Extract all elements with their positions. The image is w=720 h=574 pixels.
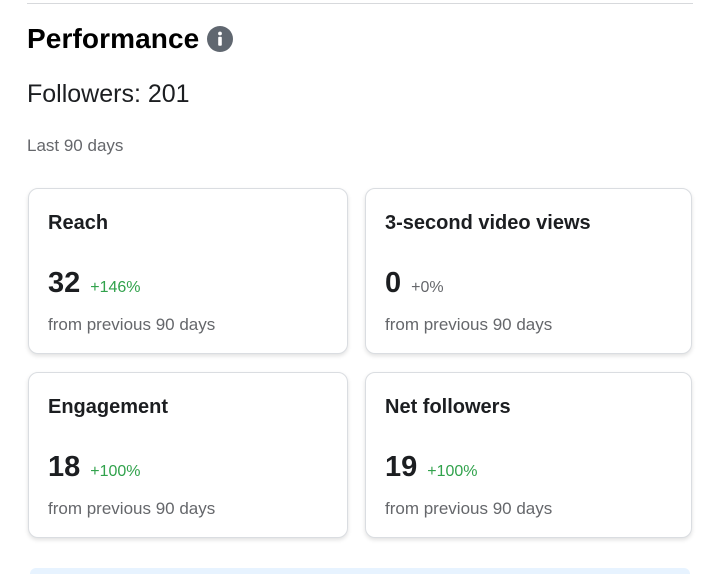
card-value-row: 18 +100% bbox=[48, 451, 141, 484]
card-comparison: from previous 90 days bbox=[385, 499, 553, 518]
card-value-row: 19 +100% bbox=[385, 451, 478, 484]
card-comparison: from previous 90 days bbox=[48, 499, 216, 518]
metric-card-engagement[interactable]: Engagement 18 +100% from previous 90 day… bbox=[28, 372, 348, 538]
performance-page: Performance Followers: 201 Last 90 days … bbox=[0, 0, 720, 574]
metric-card-video-views[interactable]: 3-second video views 0 +0% from previous… bbox=[365, 188, 692, 354]
card-title: Reach bbox=[48, 212, 109, 234]
metric-card-net-followers[interactable]: Net followers 19 +100% from previous 90 … bbox=[365, 372, 692, 538]
bottom-panel bbox=[30, 568, 690, 574]
card-change: +0% bbox=[411, 279, 444, 296]
card-title: 3-second video views bbox=[385, 212, 591, 234]
card-value-row: 32 +146% bbox=[48, 267, 141, 300]
card-comparison: from previous 90 days bbox=[385, 315, 553, 334]
card-value: 32 bbox=[48, 267, 81, 299]
performance-header: Performance bbox=[27, 22, 234, 56]
top-divider bbox=[27, 3, 693, 4]
followers-count: Followers: 201 bbox=[27, 80, 190, 108]
card-change: +100% bbox=[427, 463, 478, 480]
card-title: Engagement bbox=[48, 396, 169, 418]
period-label: Last 90 days bbox=[27, 136, 124, 155]
card-title: Net followers bbox=[385, 396, 511, 418]
metric-card-reach[interactable]: Reach 32 +146% from previous 90 days bbox=[28, 188, 348, 354]
card-value-row: 0 +0% bbox=[385, 267, 444, 300]
card-value: 19 bbox=[385, 451, 418, 483]
card-change: +100% bbox=[90, 463, 141, 480]
info-icon[interactable] bbox=[207, 26, 234, 52]
page-title: Performance bbox=[27, 23, 200, 54]
card-change: +146% bbox=[90, 279, 141, 296]
card-value: 18 bbox=[48, 451, 81, 483]
card-comparison: from previous 90 days bbox=[48, 315, 216, 334]
card-value: 0 bbox=[385, 267, 402, 299]
